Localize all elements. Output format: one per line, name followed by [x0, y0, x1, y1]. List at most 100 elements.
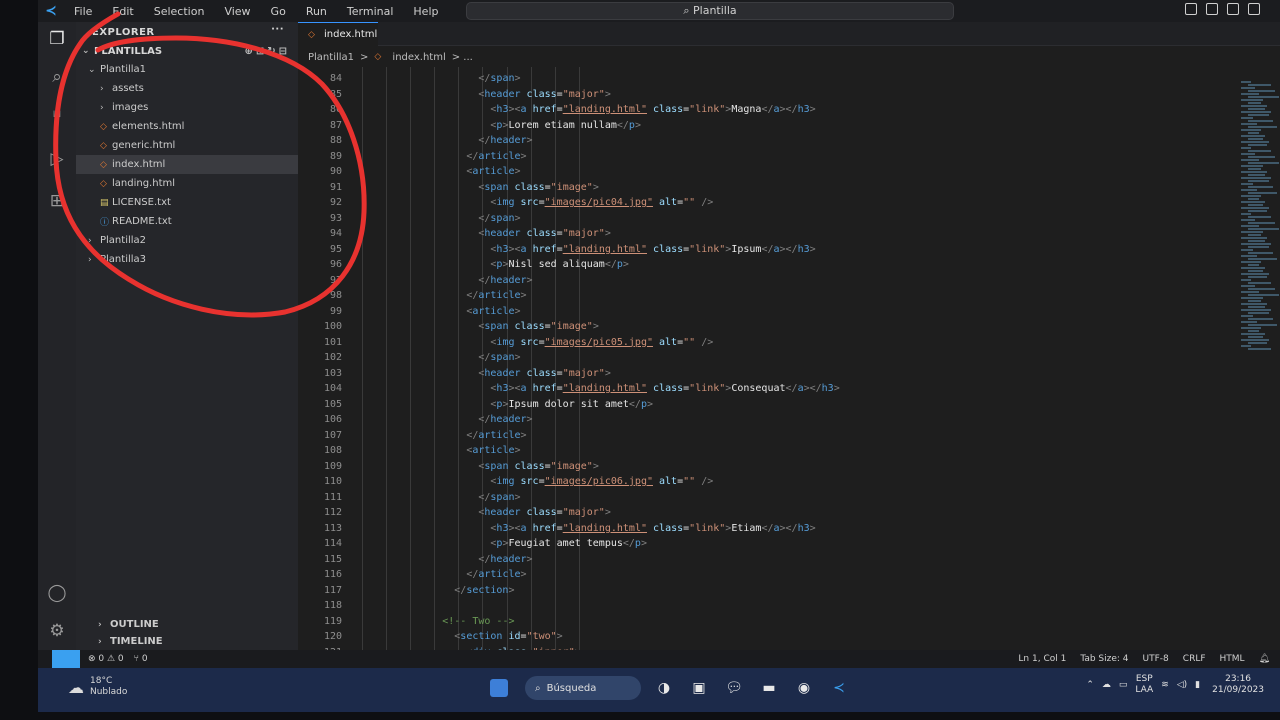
more-actions-icon[interactable]: ··· [271, 24, 284, 35]
bell-icon[interactable]: 🔔︎ [1259, 654, 1270, 664]
folder-item[interactable]: › Plantilla2 [76, 231, 298, 250]
code-line[interactable]: </span> [478, 492, 520, 503]
tab-size[interactable]: Tab Size: 4 [1080, 654, 1128, 664]
code-line[interactable]: <p>Nisl sed aliquam</p> [490, 259, 629, 270]
encoding[interactable]: UTF-8 [1143, 654, 1169, 664]
file-item[interactable]: ⓘ README.txt [76, 212, 298, 231]
code-line[interactable]: <span class="image"> [478, 461, 598, 472]
folder-item[interactable]: › assets [76, 79, 298, 98]
code-line[interactable]: <h3><a href="landing.html" class="link">… [490, 523, 815, 534]
code-line[interactable]: <h3><a href="landing.html" class="link">… [490, 383, 839, 394]
code-line[interactable]: </span> [478, 73, 520, 84]
code-line[interactable]: <header class="major"> [478, 228, 611, 239]
extensions-icon[interactable]: ⊞ [46, 190, 68, 212]
menu-edit[interactable]: Edit [112, 5, 133, 18]
menu-terminal[interactable]: Terminal [347, 5, 394, 18]
gear-icon[interactable]: ⚙ [46, 620, 68, 642]
power-icon[interactable]: ▮ [1195, 680, 1200, 690]
code-line[interactable]: </article> [466, 569, 526, 580]
command-center-search[interactable]: ⌕ Plantilla [466, 2, 954, 20]
menu-selection[interactable]: Selection [154, 5, 205, 18]
problems-indicator[interactable]: ⊗ 0 ⚠ 0 [88, 654, 124, 664]
code-line[interactable]: <img src="images/pic05.jpg" alt="" /> [490, 337, 713, 348]
toggle-secondary-sidebar-icon[interactable] [1227, 3, 1239, 15]
code-line[interactable]: </header> [478, 275, 532, 286]
code-line[interactable]: <img src="images/pic04.jpg" alt="" /> [490, 197, 713, 208]
file-explorer-icon[interactable]: ▬ [758, 677, 780, 699]
toggle-panel-icon[interactable] [1206, 3, 1218, 15]
code-line[interactable]: <article> [466, 445, 520, 456]
tab-index-html[interactable]: ◇ index.html [298, 22, 378, 46]
source-control-icon[interactable]: ⑂ [46, 106, 68, 128]
cloud-sync-icon[interactable]: ☁ [1102, 680, 1111, 690]
code-line[interactable]: <span class="image"> [478, 321, 598, 332]
cursor-position[interactable]: Ln 1, Col 1 [1018, 654, 1066, 664]
code-editor[interactable]: 84 85 86 87 88 89 90 91 92 93 94 95 96 97 98 99 100 101 10… [298, 67, 1233, 650]
breadcrumb-folder[interactable]: Plantilla1 [308, 52, 354, 63]
breadcrumb-symbol[interactable]: > ... [452, 52, 473, 63]
chevron-up-icon[interactable]: ⌃ [1086, 680, 1094, 690]
accounts-icon[interactable]: ◯ [46, 582, 68, 604]
system-clock[interactable]: 23:16 21/09/2023 [1212, 674, 1264, 696]
timeline-section[interactable]: › TIMELINE [76, 633, 298, 650]
volume-icon[interactable]: ◁) [1177, 680, 1187, 690]
code-line[interactable]: <article> [466, 166, 520, 177]
code-area[interactable]: </span> <header class="major"> <h3><a href… [358, 67, 1218, 650]
taskbar-search[interactable]: ⌕ Búsqueda [525, 676, 641, 700]
explorer-toolbar-icons[interactable]: ⊕⊞↻⊟ [244, 46, 290, 57]
code-line[interactable]: <h3><a href="landing.html" class="link">… [490, 104, 815, 115]
code-line[interactable]: <article> [466, 306, 520, 317]
code-line[interactable]: </article> [466, 290, 526, 301]
widgets-icon[interactable]: ◑ [653, 677, 675, 699]
browser-icon[interactable]: ◉ [793, 677, 815, 699]
menu-help[interactable]: Help [413, 5, 438, 18]
code-line[interactable]: <section id="two"> [454, 631, 562, 642]
folder-item[interactable]: ⌄ Plantilla1 [76, 60, 298, 79]
code-line[interactable]: <p>Lorem etiam nullam</p> [490, 120, 641, 131]
file-item[interactable]: ◇ generic.html [76, 136, 298, 155]
code-line[interactable]: </header> [478, 554, 532, 565]
code-line[interactable]: </section> [454, 585, 514, 596]
chat-icon[interactable]: 💬︎ [723, 677, 745, 699]
menu-file[interactable]: File [74, 5, 92, 18]
remote-indicator[interactable] [52, 650, 80, 668]
code-line[interactable]: <p>Ipsum dolor sit amet</p> [490, 399, 653, 410]
code-line[interactable]: </header> [478, 135, 532, 146]
file-item[interactable]: ◇ landing.html [76, 174, 298, 193]
file-item[interactable]: ◇ elements.html [76, 117, 298, 136]
input-language[interactable]: ESP LAA [1135, 674, 1153, 696]
folder-item[interactable]: › images [76, 98, 298, 117]
menu-run[interactable]: Run [306, 5, 327, 18]
folder-item[interactable]: › Plantilla3 [76, 250, 298, 269]
toggle-sidebar-icon[interactable] [1185, 3, 1197, 15]
code-line[interactable]: <!-- Two --> [442, 616, 514, 627]
minimap[interactable] [1233, 67, 1280, 650]
code-line[interactable]: <header class="major"> [478, 89, 611, 100]
wifi-icon[interactable]: ≋ [1161, 680, 1169, 690]
code-line[interactable]: </article> [466, 151, 526, 162]
ports-indicator[interactable]: ⑂ 0 [134, 654, 148, 664]
code-line[interactable]: </span> [478, 213, 520, 224]
explorer-icon[interactable]: ❐ [46, 28, 68, 50]
battery-icon[interactable]: ▭ [1119, 680, 1128, 690]
file-item[interactable]: ◇ index.html [76, 155, 298, 174]
code-line[interactable]: </span> [478, 352, 520, 363]
code-line[interactable]: </header> [478, 414, 532, 425]
code-line[interactable]: <h3><a href="landing.html" class="link">… [490, 244, 815, 255]
weather-widget[interactable]: ☁ 18°C Nublado [68, 676, 127, 698]
code-line[interactable]: <header class="major"> [478, 368, 611, 379]
code-line[interactable]: <img src="images/pic06.jpg" alt="" /> [490, 476, 713, 487]
code-line[interactable]: <p>Feugiat amet tempus</p> [490, 538, 647, 549]
vscode-taskbar-icon[interactable]: ≺ [828, 677, 850, 699]
code-line[interactable]: <header class="major"> [478, 507, 611, 518]
menu-go[interactable]: Go [271, 5, 286, 18]
menu-view[interactable]: View [224, 5, 250, 18]
code-line[interactable]: <span class="image"> [478, 182, 598, 193]
workspace-section[interactable]: ⌄ PLANTILLAS ⊕⊞↻⊟ [76, 42, 298, 60]
file-item[interactable]: ▤ LICENSE.txt [76, 193, 298, 212]
customize-layout-icon[interactable] [1248, 3, 1260, 15]
task-view-icon[interactable]: ▣ [688, 677, 710, 699]
line-ending[interactable]: CRLF [1183, 654, 1206, 664]
search-icon[interactable]: ⌕ [46, 66, 68, 88]
breadcrumb-file[interactable]: index.html [392, 52, 445, 63]
